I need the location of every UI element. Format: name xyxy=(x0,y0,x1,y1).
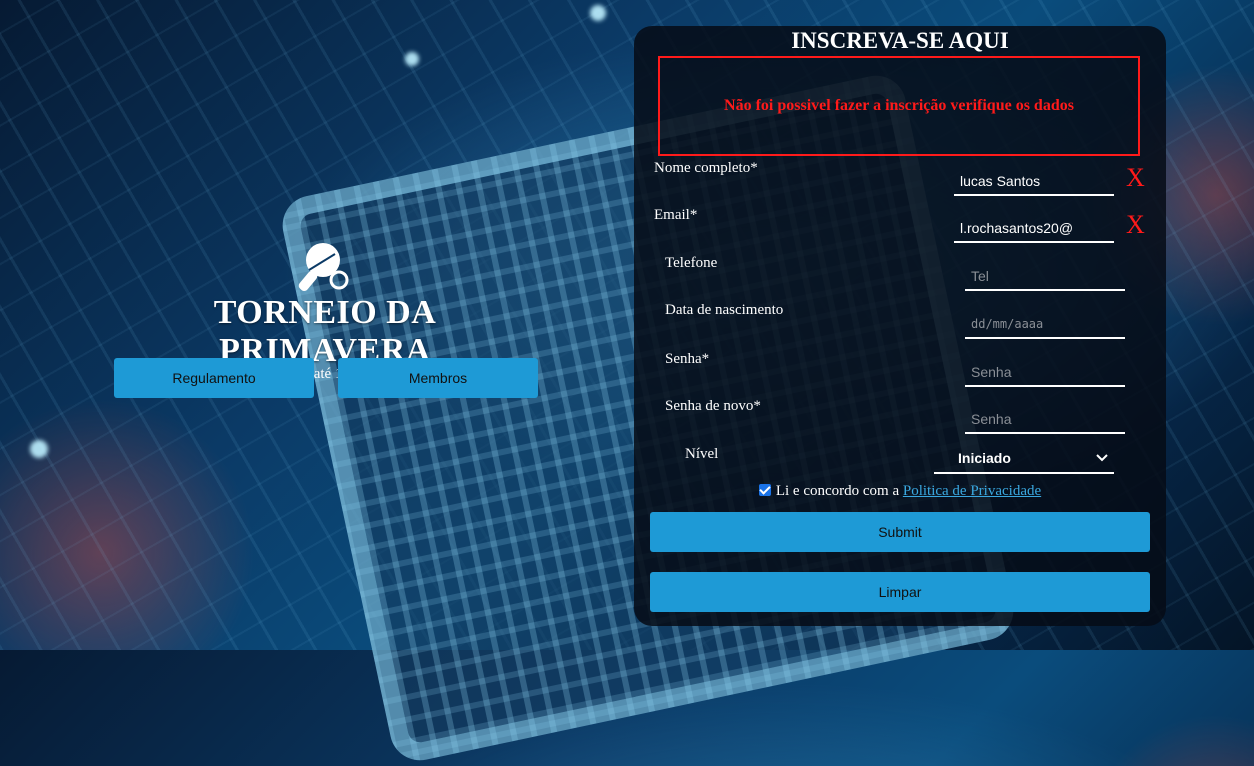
nivel-label: Nível xyxy=(685,446,719,462)
clear-button[interactable]: Limpar xyxy=(650,572,1150,612)
nome-input[interactable] xyxy=(954,168,1114,196)
senha-input[interactable] xyxy=(965,359,1125,387)
email-input[interactable] xyxy=(954,215,1114,243)
background-light xyxy=(30,440,48,458)
nome-label: Nome completo* xyxy=(654,160,758,176)
nascimento-label: Data de nascimento xyxy=(665,302,784,318)
email-label: Email* xyxy=(654,207,698,223)
nivel-selected-value: Iniciado xyxy=(958,450,1011,466)
membros-button[interactable]: Membros xyxy=(338,358,538,398)
telefone-input[interactable] xyxy=(965,263,1125,291)
telefone-label: Telefone xyxy=(665,255,718,271)
senha-novo-label: Senha de novo* xyxy=(665,398,761,414)
nivel-select[interactable]: Iniciado xyxy=(934,444,1114,474)
hero-section: TORNEIO DA PRIMAVERA Prémios até 10º lug… xyxy=(110,240,540,398)
email-error-icon: X xyxy=(1126,210,1145,239)
nascimento-date-input[interactable] xyxy=(965,311,1125,339)
senha-label: Senha* xyxy=(665,351,710,367)
background-light xyxy=(590,5,606,21)
error-message: Não foi possivel fazer a inscrição verif… xyxy=(658,56,1140,156)
consent-text: Li e concordo com a xyxy=(775,483,900,499)
senha-novo-input[interactable] xyxy=(965,406,1125,434)
ping-pong-paddle-icon xyxy=(298,243,349,292)
chevron-down-icon xyxy=(1096,454,1108,462)
privacy-policy-link[interactable]: Politica de Privacidade xyxy=(903,483,1041,499)
nome-error-icon: X xyxy=(1126,163,1145,192)
regulamento-button[interactable]: Regulamento xyxy=(114,358,314,398)
registration-panel: INSCREVA-SE AQUI Não foi possivel fazer … xyxy=(634,26,1166,626)
consent-checkbox[interactable] xyxy=(758,484,771,496)
form-title: INSCREVA-SE AQUI xyxy=(791,28,1009,53)
hero-buttons: Regulamento Membros xyxy=(114,358,538,398)
submit-button[interactable]: Submit xyxy=(650,512,1150,552)
background-light xyxy=(405,52,419,66)
privacy-consent: Li e concordo com a Politica de Privacid… xyxy=(634,483,1166,500)
